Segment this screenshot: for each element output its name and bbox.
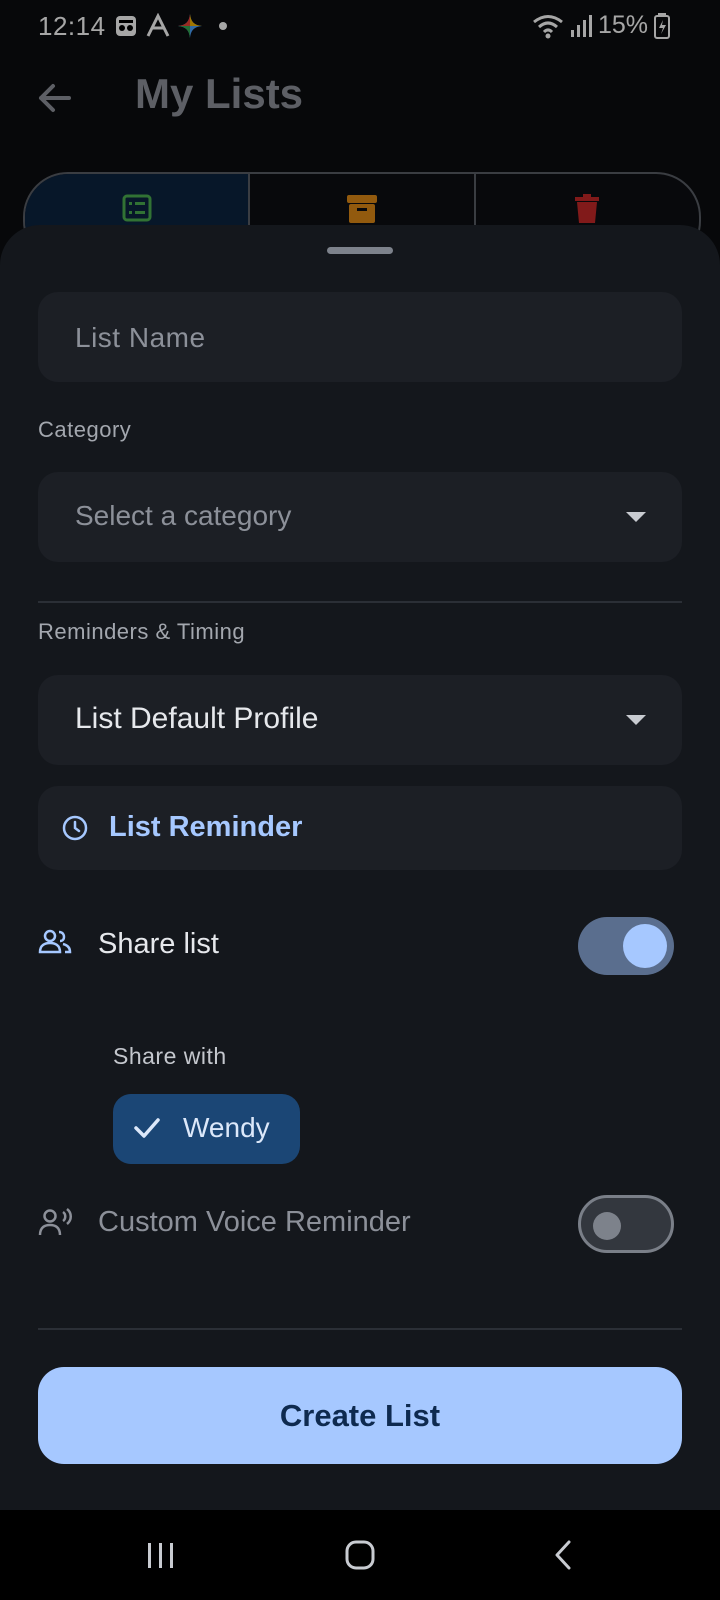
battery-icon xyxy=(654,12,670,39)
category-dropdown[interactable]: Select a category xyxy=(38,472,682,562)
archive-icon xyxy=(346,195,377,223)
voice-reminder-row: Custom Voice Reminder xyxy=(38,1189,682,1259)
share-list-row: Share list xyxy=(38,911,682,981)
incognito-icon xyxy=(116,16,136,36)
share-chip-label: Wendy xyxy=(183,1112,270,1143)
divider xyxy=(38,601,682,603)
wifi-icon xyxy=(533,14,563,38)
create-list-sheet: List Name Category Select a category Rem… xyxy=(0,225,720,1510)
clock-icon xyxy=(62,815,88,841)
share-with-label: Share with xyxy=(113,1043,227,1069)
arrow-left-icon xyxy=(39,84,71,112)
back-nav-button[interactable] xyxy=(548,1530,578,1580)
battery-percent: 15% xyxy=(597,11,648,39)
reminder-profile-dropdown[interactable]: List Default Profile xyxy=(38,675,682,765)
check-icon xyxy=(134,1118,160,1138)
chevron-left-icon xyxy=(555,1540,571,1570)
home-button[interactable] xyxy=(340,1530,380,1580)
trash-icon xyxy=(575,194,600,223)
list-name-placeholder: List Name xyxy=(75,322,206,353)
toggle-knob xyxy=(593,1212,621,1240)
profile-value: List Default Profile xyxy=(75,702,319,735)
system-nav-bar xyxy=(0,1510,720,1600)
page-title: My Lists xyxy=(135,70,304,117)
divider xyxy=(38,1328,682,1330)
caret-down-icon xyxy=(626,512,646,522)
list-icon xyxy=(122,194,152,222)
font-a-icon xyxy=(146,13,170,37)
voice-person-icon xyxy=(38,1208,72,1236)
list-reminder-button[interactable]: List Reminder xyxy=(38,786,682,870)
caret-down-icon xyxy=(626,715,646,725)
share-list-label: Share list xyxy=(98,928,219,960)
home-icon xyxy=(345,1540,375,1570)
drag-handle[interactable] xyxy=(327,247,393,254)
signal-icon xyxy=(570,14,592,37)
app-bar: My Lists xyxy=(0,56,720,140)
back-button[interactable] xyxy=(32,76,76,120)
category-label: Category xyxy=(38,417,132,442)
list-reminder-label: List Reminder xyxy=(109,811,303,843)
notification-dot-icon xyxy=(219,22,227,30)
list-name-input[interactable]: List Name xyxy=(38,292,682,382)
toggle-knob xyxy=(623,924,667,968)
share-list-toggle[interactable] xyxy=(578,917,674,975)
category-placeholder: Select a category xyxy=(75,500,292,531)
status-time: 12:14 xyxy=(38,11,106,41)
share-chip-wendy[interactable]: Wendy xyxy=(113,1094,300,1164)
gemini-icon xyxy=(178,14,202,38)
voice-reminder-toggle[interactable] xyxy=(578,1195,674,1253)
people-icon xyxy=(38,929,72,954)
create-list-button[interactable]: Create List xyxy=(38,1367,682,1464)
voice-reminder-label: Custom Voice Reminder xyxy=(98,1206,411,1238)
notification-icons xyxy=(113,12,227,40)
recents-button[interactable] xyxy=(140,1530,180,1580)
recents-icon xyxy=(148,1543,173,1568)
status-right: 15% xyxy=(532,11,670,40)
status-bar: 12:14 15% xyxy=(0,0,720,52)
reminders-label: Reminders & Timing xyxy=(38,619,246,644)
